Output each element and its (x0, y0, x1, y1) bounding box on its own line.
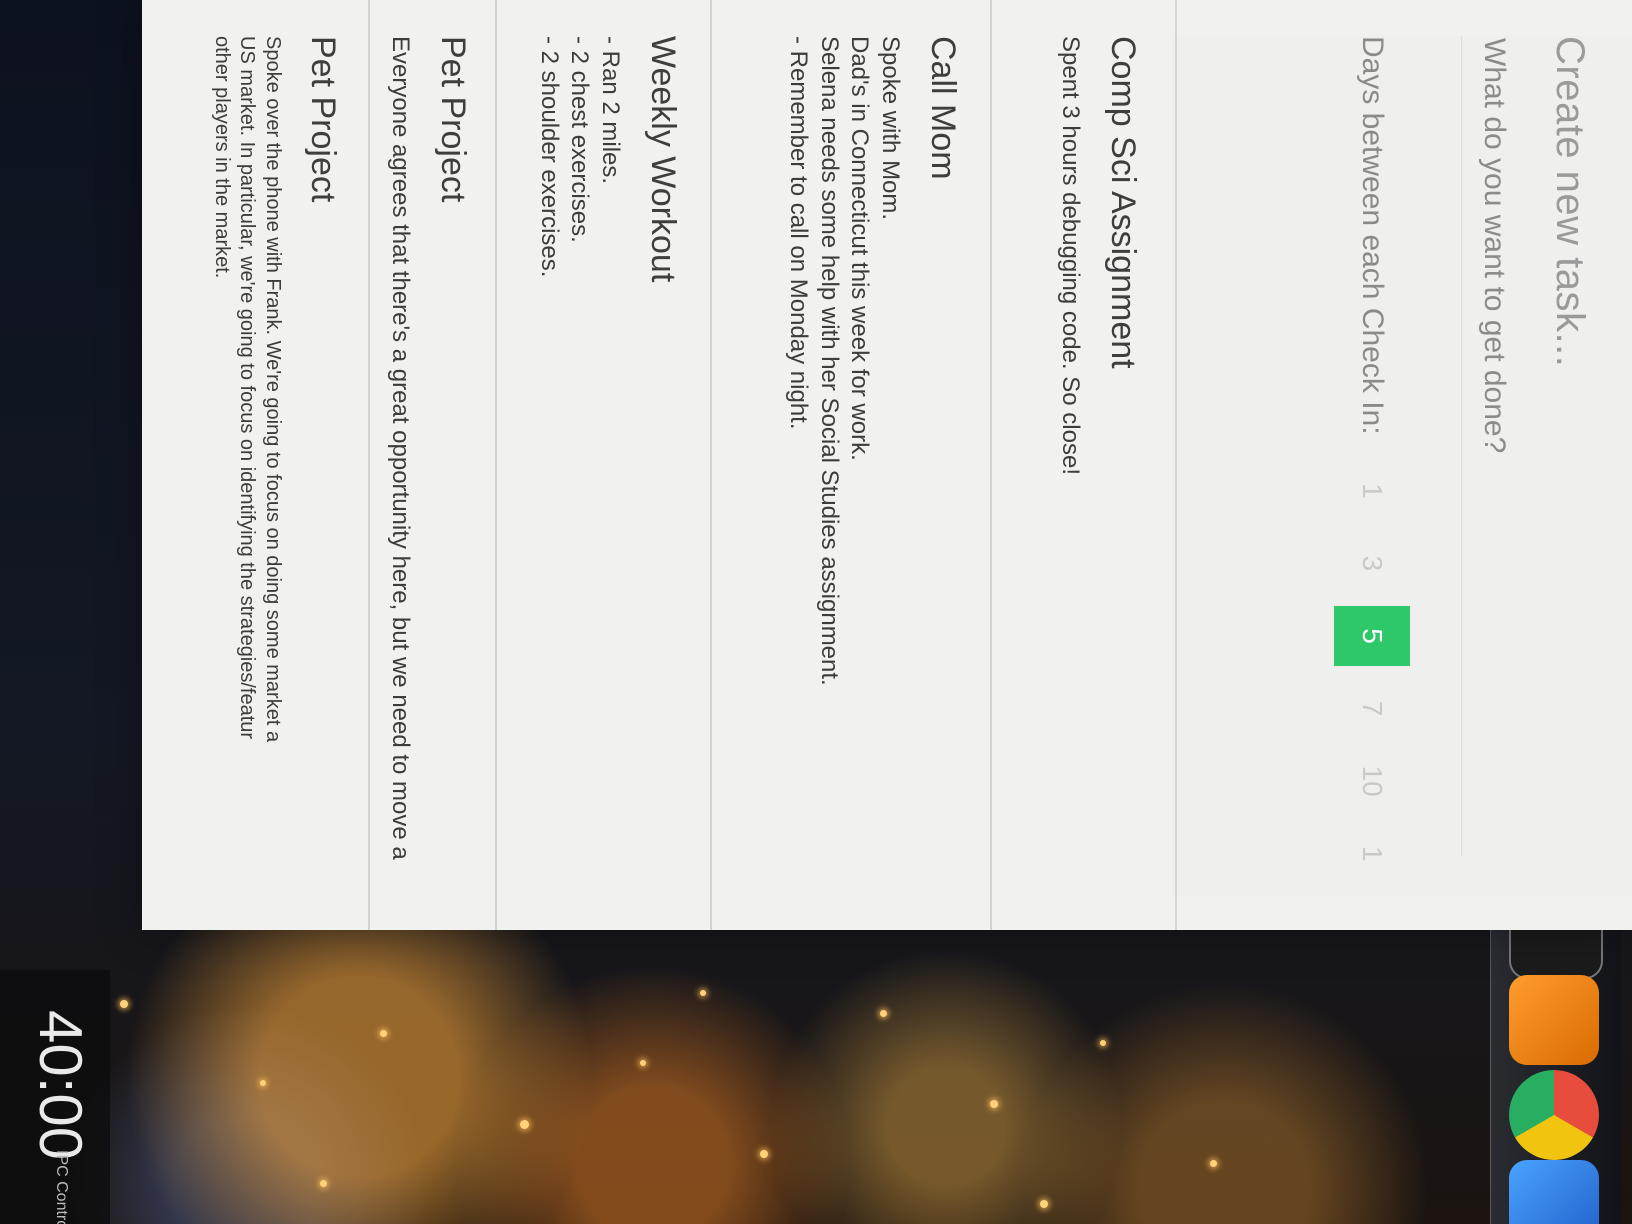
task-input[interactable] (1476, 36, 1512, 860)
task-card[interactable]: Pet Project Spoke over the phone with Fr… (208, 36, 342, 896)
create-task-title: Create new task... (1548, 36, 1592, 368)
task-card[interactable]: Weekly Workout - Ran 2 miles. - 2 chest … (533, 36, 682, 896)
task-separator (710, 0, 712, 930)
task-notes: Everyone agrees that there's a great opp… (387, 36, 414, 860)
photo-stage: 40:00 IPC Control Create new task... Day… (0, 0, 1632, 1224)
section-divider (1175, 0, 1177, 930)
day-option-3[interactable]: 3 (1334, 533, 1410, 594)
task-panel: Create new task... Days between each Che… (142, 0, 1632, 930)
task-notes: Spoke over the phone with Frank. We're g… (210, 36, 284, 743)
app-screen: Create new task... Days between each Che… (0, 0, 1632, 1224)
create-task-section: Create new task... Days between each Che… (1172, 36, 1632, 896)
day-option-5[interactable]: 5 (1334, 605, 1410, 667)
day-option-10[interactable]: 10 (1334, 751, 1410, 812)
task-title: Pet Project (434, 36, 472, 203)
task-card[interactable]: Call Mom Spoke with Mom. Dad's in Connec… (782, 36, 962, 896)
day-option-7[interactable]: 7 (1334, 678, 1410, 739)
task-separator (368, 0, 370, 930)
task-notes: - Ran 2 miles. - 2 chest exercises. - 2 … (535, 36, 624, 278)
day-option-partial[interactable]: 1 (1334, 823, 1410, 884)
task-separator (990, 0, 992, 930)
task-notes: Spoke with Mom. Dad's in Connecticut thi… (784, 36, 904, 686)
task-title: Call Mom (924, 36, 962, 180)
task-card[interactable]: Pet Project Everyone agrees that there's… (384, 36, 472, 896)
task-title: Pet Project (304, 36, 342, 203)
task-card[interactable]: Comp Sci Assignment Spent 3 hours debugg… (1054, 36, 1142, 896)
task-separator (495, 0, 497, 930)
day-option-1[interactable]: 1 (1334, 461, 1410, 522)
task-title: Weekly Workout (644, 36, 682, 283)
checkin-days-label: Days between each Check In: (1356, 36, 1389, 435)
task-input-wrapper (1461, 36, 1512, 860)
task-title: Comp Sci Assignment (1104, 36, 1142, 369)
task-notes: Spent 3 hours debugging code. So close! (1057, 36, 1084, 475)
checkin-days-row: Days between each Check In: 1 3 5 7 10 1 (1332, 36, 1412, 896)
